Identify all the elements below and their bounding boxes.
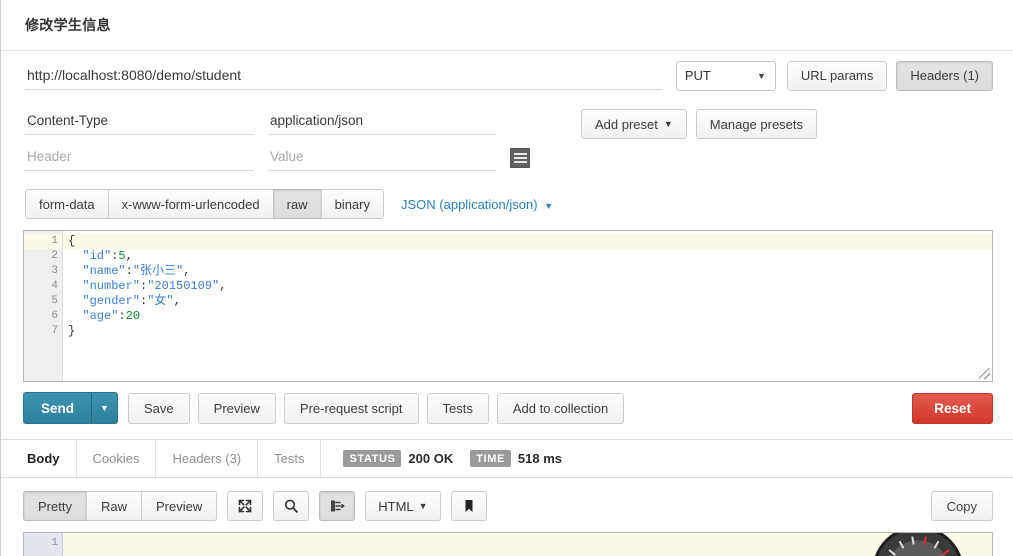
preset-buttons: Add preset ▼ Manage presets [581,108,818,180]
editor-line: "id":5, [68,249,133,263]
content-type-dropdown[interactable]: JSON (application/json) ▼ [401,197,553,212]
header-value-input-0[interactable] [268,108,496,135]
editor-line-number: 1▾ [24,234,71,249]
tab-form-data[interactable]: form-data [25,189,109,219]
copy-button[interactable]: Copy [930,491,993,521]
url-input[interactable] [25,61,662,90]
tab-x-www-form-urlencoded[interactable]: x-www-form-urlencoded [107,189,274,219]
editor-gutter: 1▾2 3 4 5 6 7 [24,231,71,381]
editor-line: } [68,324,76,338]
headers-fields [25,108,540,180]
response-status-area: STATUS 200 OK TIME 518 ms [321,440,572,477]
add-preset-button[interactable]: Add preset ▼ [581,109,687,139]
chevron-down-icon: ▼ [544,200,554,211]
send-button-group: Send ▼ [23,392,119,424]
status-badge: STATUS [343,450,402,467]
header-value-input-1[interactable] [268,144,496,171]
response-tabbar: Body Cookies Headers (3) Tests STATUS 20… [1,439,1013,478]
save-button[interactable]: Save [128,392,190,424]
header-key-input-1[interactable] [25,144,254,171]
fullscreen-icon[interactable] [227,491,264,521]
rest-client-window: 修改学生信息 PUT ▼ URL params Headers (1) [0,0,1013,556]
chevron-down-icon: ▼ [418,501,428,511]
wrap-lines-icon[interactable] [319,491,356,521]
editor-line-number: 7 [51,325,58,337]
header-row [25,108,540,135]
send-options-button[interactable]: ▼ [92,392,119,424]
editor-line-number: 4 [51,280,58,292]
editor-line-number: 2 [51,250,58,262]
editor-line-number: 5 [51,295,58,307]
editor-line: "number":"20150109", [68,279,227,293]
tab-raw[interactable]: raw [272,189,322,219]
status-value: 200 OK [408,451,454,466]
time-value: 518 ms [517,451,563,466]
method-select[interactable]: PUT ▼ [675,60,776,91]
manage-presets-button[interactable]: Manage presets [695,109,818,139]
editor-line: "gender":"女", [68,294,181,308]
preview-button[interactable]: Preview [197,392,276,424]
response-line-number: 1 [51,537,58,549]
body-type-tabs: form-data x-www-form-urlencoded raw bina… [1,180,1013,219]
url-row: PUT ▼ URL params Headers (1) [1,51,1013,100]
response-toolbar: Pretty Raw Preview HTML ▼ Copy [1,478,1013,521]
page-title: 修改学生信息 [25,17,111,33]
add-preset-label: Add preset [595,116,658,132]
response-format-label: HTML [378,498,414,514]
tab-binary[interactable]: binary [320,189,384,219]
headers-button[interactable]: Headers (1) [896,60,993,91]
editor-line-number: 6 [51,310,58,322]
response-body-editor[interactable]: 1 [23,532,993,556]
response-tab-body[interactable]: Body [11,440,77,477]
chevron-down-icon: ▼ [756,70,766,81]
editor-resize-handle[interactable] [979,368,990,379]
search-icon[interactable] [273,491,310,521]
url-params-button[interactable]: URL params [786,60,888,91]
add-to-collection-button[interactable]: Add to collection [496,392,625,424]
reset-button[interactable]: Reset [912,392,993,424]
bookmark-icon[interactable] [450,491,487,521]
response-view-pretty[interactable]: Pretty [23,491,87,521]
pre-request-script-button[interactable]: Pre-request script [283,392,419,424]
response-editor-gutter: 1 [24,533,63,556]
response-view-segmented: Pretty Raw Preview [23,491,218,521]
response-editor-code[interactable] [63,533,992,556]
headers-section: Add preset ▼ Manage presets [1,100,1013,180]
response-tab-tests[interactable]: Tests [258,440,322,477]
response-format-dropdown[interactable]: HTML ▼ [365,491,441,521]
content-type-label: JSON (application/json) [401,196,538,212]
title-bar: 修改学生信息 [1,0,1013,51]
body-type-segmented: form-data x-www-form-urlencoded raw bina… [25,189,384,219]
chevron-down-icon: ▼ [663,119,673,129]
editor-code[interactable]: { "id":5, "name":"张小三", "number":"201501… [63,231,992,381]
request-body-editor[interactable]: 1▾2 3 4 5 6 7 { "id":5, "name":"张小三", "number… [23,230,993,382]
action-bar: Send ▼ Save Preview Pre-request script T… [1,382,1013,424]
header-key-input-0[interactable] [25,108,254,135]
response-view-raw[interactable]: Raw [85,491,142,521]
tests-button[interactable]: Tests [426,392,489,424]
editor-line: "age":20 [68,309,141,323]
bulk-edit-icon[interactable] [510,147,530,168]
header-row [25,144,540,171]
editor-line-number: 3 [51,265,58,277]
response-tab-headers[interactable]: Headers (3) [156,440,259,477]
method-select-value: PUT [684,68,711,83]
response-tab-cookies[interactable]: Cookies [77,440,157,477]
response-view-preview[interactable]: Preview [140,491,218,521]
chevron-down-icon: ▼ [100,403,109,413]
send-button[interactable]: Send [23,392,93,424]
editor-line: "name":"张小三", [68,264,191,278]
time-badge: TIME [470,450,511,467]
editor-line: { [63,234,992,249]
